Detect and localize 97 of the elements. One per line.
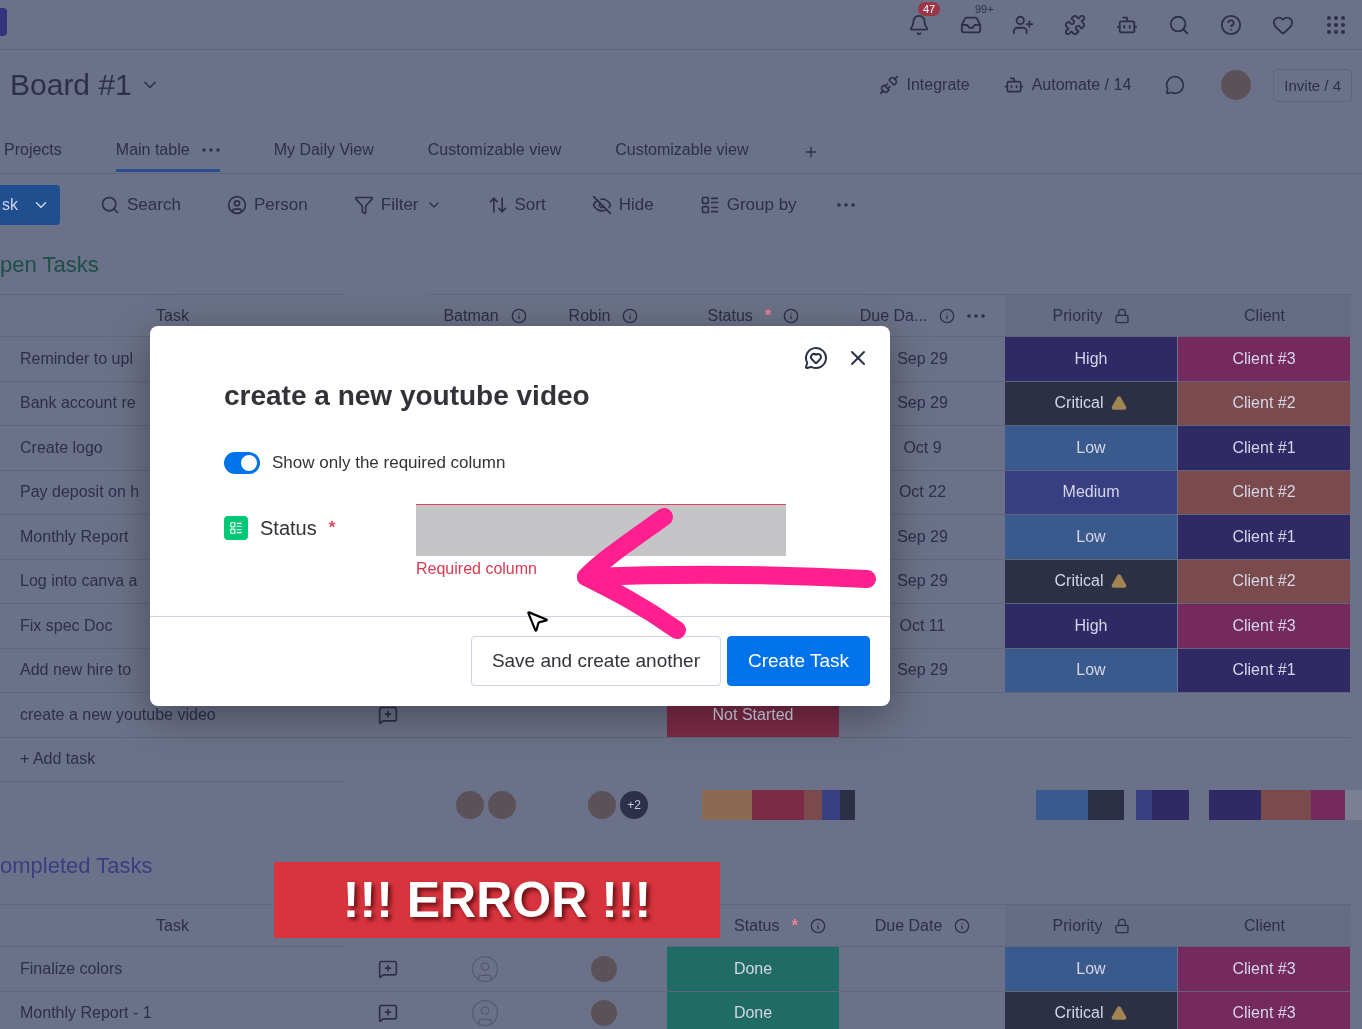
toolbar-button[interactable]: Sort — [481, 194, 552, 216]
task-name: Monthly Report - 1 — [0, 991, 345, 1029]
add-task-link[interactable]: + Add task — [0, 737, 345, 782]
comment-icon[interactable] — [1165, 75, 1186, 95]
column-header: Batman — [443, 306, 499, 325]
search-icon — [100, 195, 120, 215]
group-icon — [699, 195, 720, 215]
more-people-count: +2 — [618, 789, 651, 821]
lock-icon — [1114, 917, 1131, 934]
status-label: Low — [1005, 947, 1178, 992]
error-banner: !!! ERROR !!! — [274, 862, 720, 938]
view-tab[interactable]: Customizable view — [615, 131, 749, 172]
status-label: Client #1 — [1178, 426, 1351, 471]
column-header: Status — [734, 916, 780, 935]
status-label: Client #3 — [1178, 947, 1351, 992]
status-label: Low — [1005, 515, 1178, 560]
status-label: Client #3 — [1178, 337, 1351, 382]
status-field[interactable] — [416, 504, 786, 556]
info-icon — [810, 917, 826, 934]
search-icon[interactable] — [1168, 13, 1190, 36]
toolbar-button[interactable]: Filter — [347, 194, 448, 216]
status-label: Critical — [1005, 381, 1178, 426]
more-icon[interactable] — [967, 313, 986, 318]
status-label: Done — [667, 947, 840, 992]
toolbar-button[interactable]: Search — [94, 194, 187, 216]
status-label: Critical — [1005, 559, 1178, 604]
more-icon[interactable] — [836, 203, 855, 207]
logo-mark — [0, 8, 7, 36]
required-mark: * — [791, 915, 798, 936]
required-mark: * — [328, 518, 336, 538]
column-header: Client — [1178, 904, 1351, 947]
person-icon — [470, 998, 500, 1029]
lock-icon — [1114, 307, 1131, 324]
info-icon — [510, 307, 527, 324]
view-tab[interactable]: Customizable view — [427, 131, 562, 172]
status-label: Client #1 — [1178, 515, 1351, 560]
status-label: Client #3 — [1178, 991, 1351, 1029]
column-header: Robin — [568, 306, 611, 325]
status-label: Medium — [1005, 470, 1178, 515]
column-header: Due Da... — [859, 306, 928, 325]
invite-button[interactable]: Invite / 4 — [1273, 68, 1352, 102]
status-label: Critical — [1005, 991, 1178, 1029]
required-mark: * — [764, 305, 772, 326]
status-label: Done — [667, 991, 840, 1029]
status-label: Client #3 — [1178, 604, 1351, 649]
status-label: Low — [1005, 648, 1178, 693]
inbox-count: 99+ — [974, 1, 995, 16]
save-and-create-another-button[interactable]: Save and create another — [470, 636, 721, 686]
integrate-icon — [878, 75, 899, 95]
notifications-icon[interactable] — [908, 13, 930, 36]
feedback-icon[interactable] — [804, 346, 828, 370]
toolbar-button[interactable]: Hide — [585, 194, 660, 216]
board-title: Board #1 — [10, 68, 132, 102]
info-icon — [622, 307, 639, 324]
status-label: High — [1005, 604, 1178, 649]
robot-icon — [1003, 75, 1024, 95]
column-header: Priority — [1052, 916, 1103, 935]
view-tab[interactable]: My Daily View — [273, 131, 374, 172]
group-title: pen Tasks — [0, 251, 99, 279]
column-header: Due Date — [874, 916, 943, 935]
view-tab[interactable]: Main table — [115, 131, 220, 172]
column-header: Client — [1178, 294, 1351, 337]
person-icon — [226, 195, 247, 215]
notification-count: 47 — [918, 1, 941, 16]
integrate-link[interactable]: Integrate — [906, 76, 970, 94]
status-column-icon — [224, 516, 248, 540]
sort-icon — [487, 195, 508, 215]
puzzle-icon[interactable] — [1064, 13, 1086, 36]
create-task-button[interactable]: Create Task — [726, 636, 870, 686]
toolbar-button[interactable]: Group by — [693, 194, 803, 216]
eye-off-icon — [591, 195, 612, 215]
view-tab[interactable]: Projects — [4, 131, 62, 172]
status-label: Client #2 — [1178, 559, 1351, 604]
status-label: High — [1005, 337, 1178, 382]
task-name: Finalize colors — [0, 947, 345, 992]
automate-link[interactable]: Automate / 14 — [1031, 76, 1132, 94]
error-message: Required column — [416, 560, 538, 578]
toggle-switch[interactable] — [224, 452, 260, 474]
info-icon — [939, 307, 956, 324]
info-icon — [954, 917, 971, 934]
more-icon — [201, 148, 220, 152]
invite-user-icon[interactable] — [1012, 13, 1034, 36]
filter-icon — [353, 195, 374, 215]
status-label: Client #2 — [1178, 470, 1351, 515]
info-icon — [783, 307, 800, 324]
column-header: Priority — [1052, 306, 1103, 325]
status-label: Low — [1005, 426, 1178, 471]
status-label: Client #2 — [1178, 381, 1351, 426]
person-icon — [470, 953, 500, 984]
toolbar-button[interactable]: Person — [220, 194, 314, 216]
column-header: Status — [707, 306, 753, 325]
help-icon[interactable] — [1220, 13, 1242, 36]
mouse-cursor-icon — [524, 608, 550, 634]
status-label: Client #1 — [1178, 648, 1351, 693]
field-label: Status — [260, 516, 317, 540]
new-task-button[interactable]: sk — [0, 185, 60, 225]
add-update-icon[interactable] — [377, 704, 398, 725]
